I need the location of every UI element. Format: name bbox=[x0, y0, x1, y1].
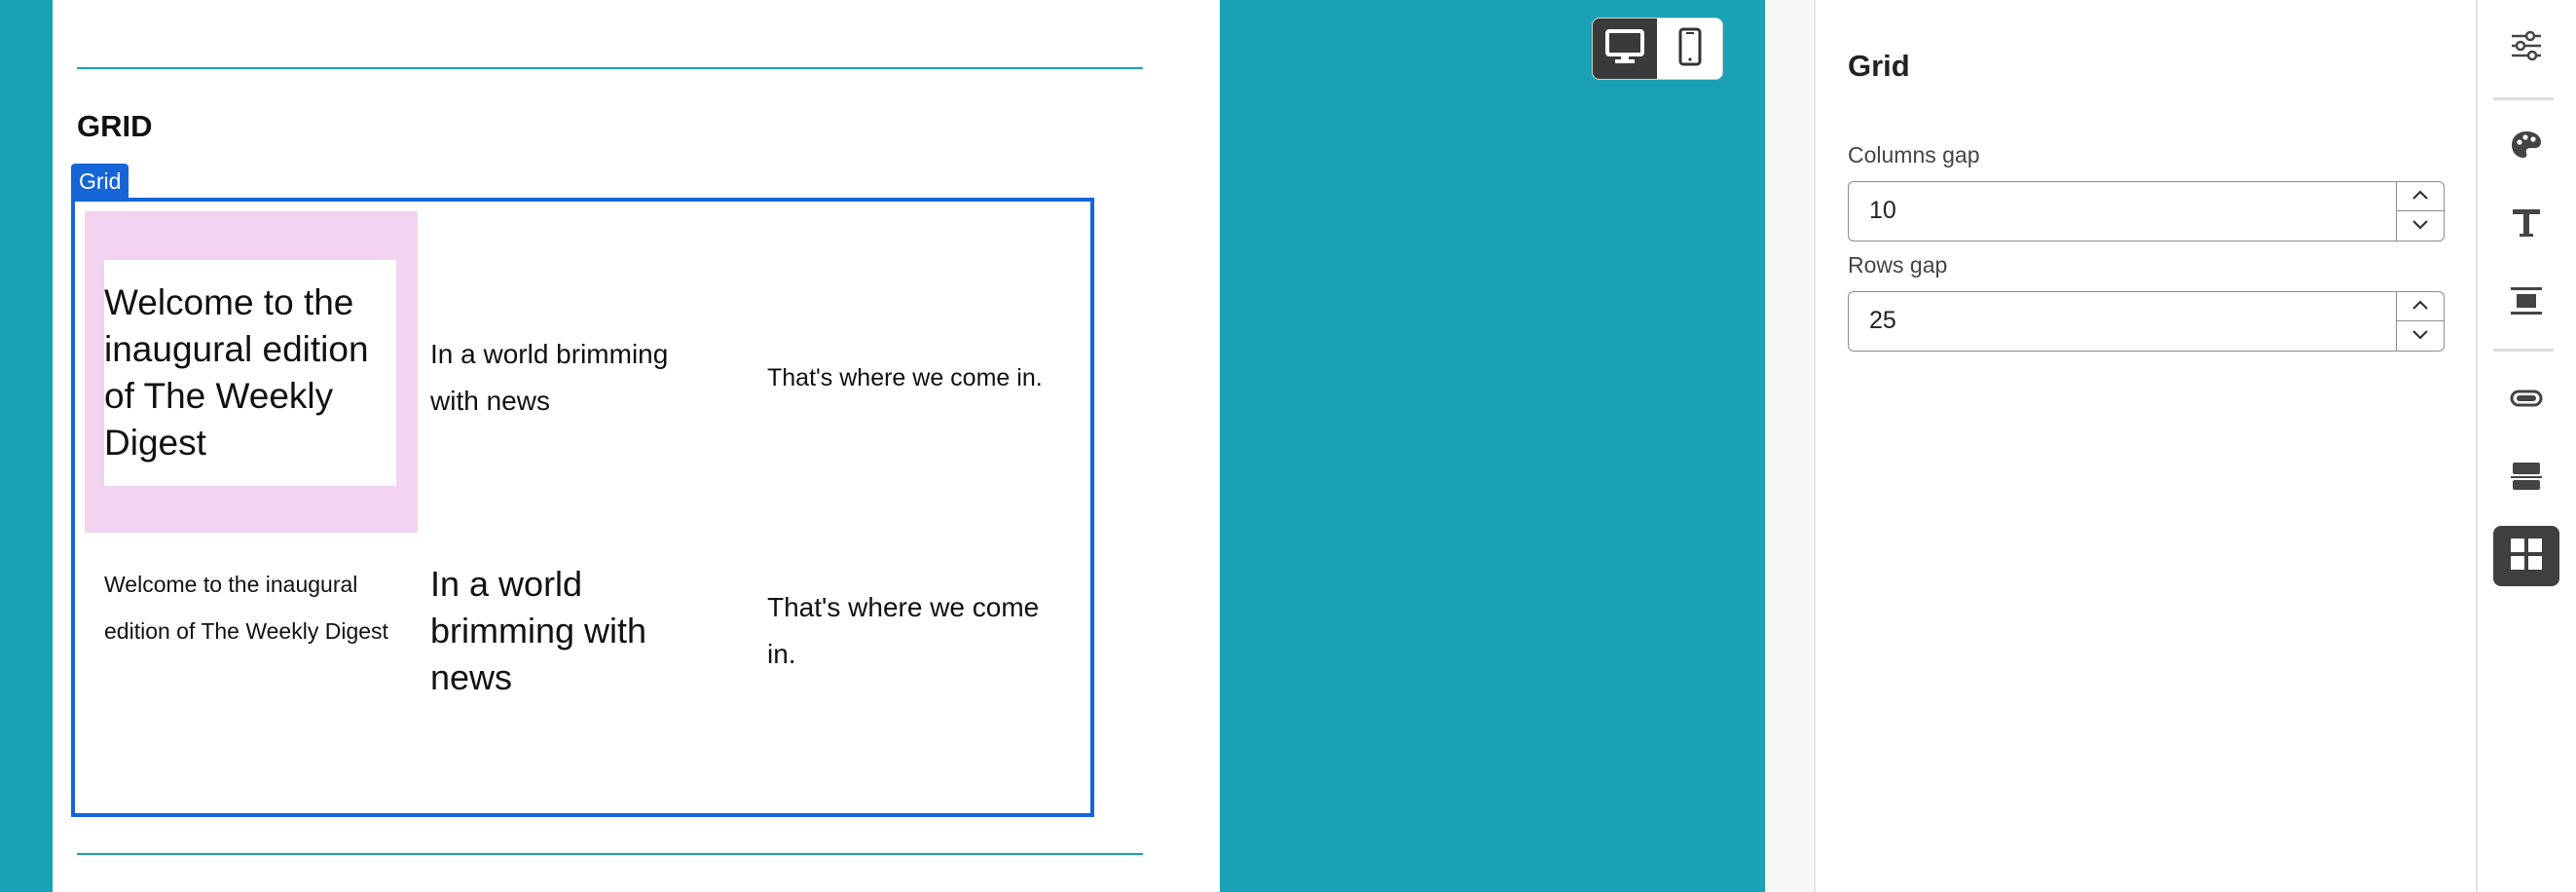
style-tab[interactable] bbox=[2493, 117, 2559, 177]
columns-gap-decrement[interactable] bbox=[2397, 212, 2444, 241]
rail-divider bbox=[2493, 349, 2554, 352]
grid-block[interactable]: Welcome to the inaugural edition of The … bbox=[71, 198, 1094, 817]
button-icon bbox=[2509, 381, 2544, 421]
chevron-up-icon bbox=[2411, 298, 2429, 316]
align-block-icon bbox=[2509, 283, 2544, 323]
rows-gap-label: Rows gap bbox=[1848, 252, 1948, 278]
desktop-icon bbox=[1605, 28, 1644, 69]
chevron-down-icon bbox=[2411, 328, 2429, 346]
grid-cell[interactable]: That's where we come in. bbox=[767, 557, 1088, 800]
cell-text: That's where we come in. bbox=[767, 364, 1043, 391]
palette-icon bbox=[2509, 128, 2544, 167]
container-tab[interactable] bbox=[2493, 448, 2559, 508]
settings-sliders-icon bbox=[2509, 28, 2544, 68]
columns-gap-stepper bbox=[1848, 181, 2445, 242]
rows-gap-spinner bbox=[2396, 292, 2444, 351]
desktop-view-button[interactable] bbox=[1593, 19, 1657, 79]
settings-tab[interactable] bbox=[2493, 18, 2559, 78]
rows-gap-increment[interactable] bbox=[2397, 292, 2444, 321]
rows-gap-decrement[interactable] bbox=[2397, 322, 2444, 351]
bottom-divider bbox=[77, 853, 1143, 855]
chevron-down-icon bbox=[2411, 218, 2429, 236]
top-divider bbox=[77, 67, 1143, 69]
panel-gutter bbox=[1765, 0, 1814, 892]
grid-selection-tag[interactable]: Grid bbox=[71, 164, 129, 199]
columns-gap-spinner bbox=[2396, 182, 2444, 241]
icon-rail bbox=[2476, 0, 2576, 892]
text-tab[interactable] bbox=[2493, 195, 2559, 255]
cell-text: In a world brimming with news bbox=[430, 339, 669, 416]
rows-gap-input[interactable] bbox=[1849, 292, 2394, 350]
columns-gap-label: Columns gap bbox=[1848, 142, 1980, 167]
grid-cell[interactable]: In a world brimming with news bbox=[430, 211, 752, 533]
grid-cell[interactable]: That's where we come in. bbox=[767, 211, 1088, 533]
grid-cell[interactable]: Welcome to the inaugural edition of The … bbox=[85, 557, 418, 800]
container-icon bbox=[2509, 459, 2544, 499]
button-tab[interactable] bbox=[2493, 370, 2559, 430]
section-title: GRID bbox=[77, 109, 153, 143]
mobile-view-button[interactable] bbox=[1658, 19, 1722, 79]
editor-canvas: GRID Grid Welcome to the inaugural editi… bbox=[0, 0, 1765, 892]
grid-cell[interactable]: In a world brimming with news bbox=[430, 557, 752, 800]
grid-cell-selected[interactable]: Welcome to the inaugural edition of The … bbox=[85, 211, 418, 533]
device-toggle bbox=[1592, 18, 1723, 80]
cell-text: Welcome to the inaugural edition of The … bbox=[104, 282, 369, 463]
cell-text: Welcome to the inaugural edition of The … bbox=[104, 572, 388, 644]
text-block[interactable]: Welcome to the inaugural edition of The … bbox=[104, 260, 396, 486]
columns-gap-input[interactable] bbox=[1849, 182, 2394, 240]
block-align-tab[interactable] bbox=[2493, 273, 2559, 333]
properties-panel: Grid Columns gap Rows gap bbox=[1814, 0, 2478, 892]
text-icon bbox=[2509, 205, 2544, 245]
chevron-up-icon bbox=[2411, 188, 2429, 205]
rows-gap-stepper bbox=[1848, 291, 2445, 352]
cell-text: In a world brimming with news bbox=[430, 564, 647, 697]
grid-tab[interactable] bbox=[2493, 526, 2559, 586]
rail-divider bbox=[2493, 97, 2554, 100]
panel-title: Grid bbox=[1848, 49, 1910, 83]
grid-icon bbox=[2509, 537, 2544, 576]
cell-text: That's where we come in. bbox=[767, 592, 1040, 669]
columns-gap-increment[interactable] bbox=[2397, 182, 2444, 211]
mobile-icon bbox=[1678, 27, 1702, 71]
